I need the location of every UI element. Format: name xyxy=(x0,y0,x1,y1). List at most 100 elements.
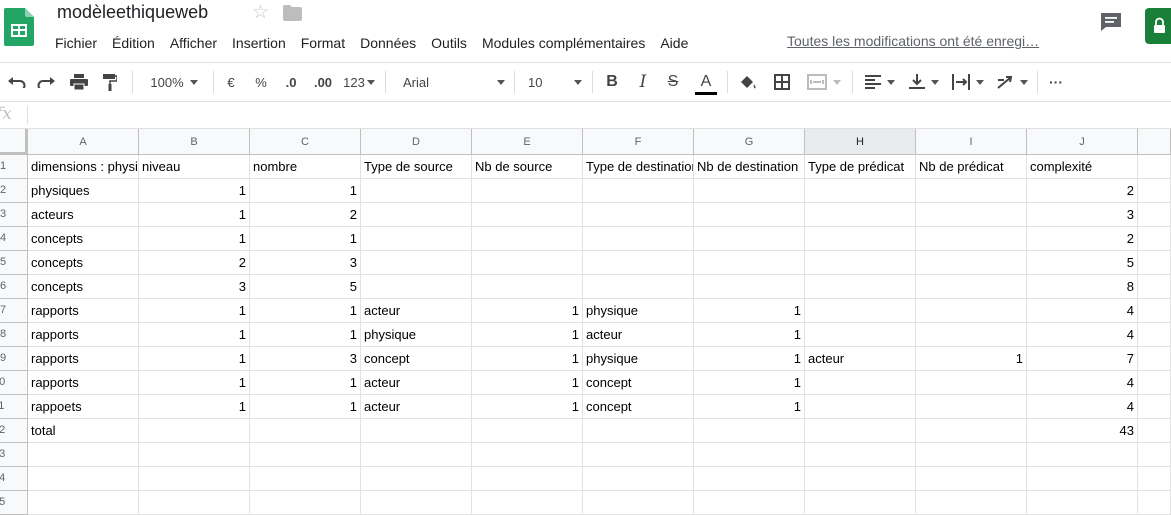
font-size-select[interactable]: 10 xyxy=(520,63,582,101)
table-cell[interactable] xyxy=(916,179,1027,203)
table-cell[interactable]: complexité xyxy=(1027,155,1138,179)
table-cell[interactable] xyxy=(1138,251,1171,275)
table-cell[interactable]: 1 xyxy=(472,395,583,419)
table-cell[interactable] xyxy=(1138,467,1171,491)
table-cell[interactable]: 4 xyxy=(1027,299,1138,323)
table-cell[interactable]: 1 xyxy=(139,203,250,227)
folder-icon[interactable] xyxy=(283,5,302,21)
table-cell[interactable]: 1 xyxy=(250,179,361,203)
table-cell[interactable] xyxy=(916,395,1027,419)
menu-outils[interactable]: Outils xyxy=(424,33,475,53)
row-header[interactable]: 2 xyxy=(0,179,28,203)
table-cell[interactable] xyxy=(694,227,805,251)
table-cell[interactable]: rapports xyxy=(28,323,139,347)
table-cell[interactable]: 1 xyxy=(250,299,361,323)
table-cell[interactable]: Nb de source xyxy=(472,155,583,179)
table-cell[interactable]: 3 xyxy=(250,347,361,371)
font-family-select[interactable]: Arial xyxy=(395,63,505,101)
table-cell[interactable] xyxy=(1027,467,1138,491)
table-cell[interactable]: acteur xyxy=(583,323,694,347)
strikethrough-button[interactable]: S xyxy=(662,63,684,101)
table-cell[interactable] xyxy=(805,275,916,299)
table-cell[interactable]: 3 xyxy=(139,275,250,299)
table-cell[interactable]: 43 xyxy=(1027,419,1138,443)
column-header-a[interactable]: A xyxy=(28,129,139,155)
table-cell[interactable] xyxy=(250,419,361,443)
row-header[interactable]: 1 xyxy=(0,155,28,179)
table-cell[interactable] xyxy=(694,203,805,227)
percent-button[interactable]: % xyxy=(250,63,272,101)
table-cell[interactable] xyxy=(139,419,250,443)
table-cell[interactable] xyxy=(805,371,916,395)
table-cell[interactable]: 1 xyxy=(139,371,250,395)
table-cell[interactable] xyxy=(1027,443,1138,467)
row-header[interactable]: 14 xyxy=(0,467,28,491)
table-cell[interactable]: 1 xyxy=(694,395,805,419)
table-cell[interactable]: 1 xyxy=(139,347,250,371)
table-cell[interactable]: rappoets xyxy=(28,395,139,419)
comment-icon[interactable] xyxy=(1100,12,1122,32)
table-cell[interactable]: 1 xyxy=(139,395,250,419)
table-cell[interactable] xyxy=(805,491,916,515)
decrease-decimal-button[interactable]: .0 xyxy=(280,63,302,101)
table-cell[interactable]: Type de destination xyxy=(583,155,694,179)
menu-aide[interactable]: Aide xyxy=(653,33,696,53)
table-cell[interactable] xyxy=(361,419,472,443)
table-cell[interactable] xyxy=(916,371,1027,395)
table-cell[interactable] xyxy=(361,203,472,227)
table-cell[interactable]: 7 xyxy=(1027,347,1138,371)
row-header[interactable]: 4 xyxy=(0,227,28,251)
table-cell[interactable]: 1 xyxy=(139,323,250,347)
sheets-logo-icon[interactable] xyxy=(4,8,34,46)
menu-edition[interactable]: Édition xyxy=(105,33,163,53)
table-cell[interactable]: acteur xyxy=(361,371,472,395)
table-cell[interactable] xyxy=(583,467,694,491)
table-cell[interactable]: 1 xyxy=(250,323,361,347)
undo-icon[interactable] xyxy=(4,63,30,101)
table-cell[interactable] xyxy=(472,491,583,515)
column-header-overflow[interactable] xyxy=(1138,129,1171,155)
document-title[interactable]: modèleethiqueweb xyxy=(57,2,208,23)
table-cell[interactable] xyxy=(916,491,1027,515)
table-cell[interactable]: 2 xyxy=(250,203,361,227)
table-cell[interactable]: 4 xyxy=(1027,395,1138,419)
table-cell[interactable] xyxy=(694,419,805,443)
row-header[interactable]: 7 xyxy=(0,299,28,323)
table-cell[interactable]: concept xyxy=(361,347,472,371)
table-cell[interactable]: 1 xyxy=(250,395,361,419)
row-header[interactable]: 13 xyxy=(0,443,28,467)
table-cell[interactable] xyxy=(472,179,583,203)
table-cell[interactable]: Nb de destination xyxy=(694,155,805,179)
table-cell[interactable]: 1 xyxy=(694,347,805,371)
table-cell[interactable]: 1 xyxy=(250,371,361,395)
table-cell[interactable]: rapports xyxy=(28,371,139,395)
table-cell[interactable]: physique xyxy=(583,347,694,371)
table-cell[interactable]: 2 xyxy=(1027,179,1138,203)
row-header[interactable]: 5 xyxy=(0,251,28,275)
column-header-e[interactable]: E xyxy=(472,129,583,155)
table-cell[interactable]: 5 xyxy=(250,275,361,299)
table-cell[interactable]: acteur xyxy=(805,347,916,371)
table-cell[interactable] xyxy=(1027,491,1138,515)
table-cell[interactable] xyxy=(916,251,1027,275)
table-cell[interactable] xyxy=(472,275,583,299)
table-cell[interactable]: 5 xyxy=(1027,251,1138,275)
column-header-h[interactable]: H xyxy=(805,129,916,155)
table-cell[interactable] xyxy=(805,227,916,251)
table-cell[interactable] xyxy=(1138,347,1171,371)
table-cell[interactable]: niveau xyxy=(139,155,250,179)
table-cell[interactable] xyxy=(583,203,694,227)
table-cell[interactable] xyxy=(28,491,139,515)
table-cell[interactable]: concepts xyxy=(28,251,139,275)
column-header-b[interactable]: B xyxy=(139,129,250,155)
table-cell[interactable] xyxy=(583,179,694,203)
table-cell[interactable] xyxy=(361,467,472,491)
more-formats-select[interactable]: 123 xyxy=(341,63,377,101)
select-all-corner[interactable] xyxy=(0,129,28,155)
table-cell[interactable] xyxy=(805,443,916,467)
table-cell[interactable] xyxy=(805,251,916,275)
table-cell[interactable] xyxy=(250,467,361,491)
table-cell[interactable] xyxy=(583,419,694,443)
row-header[interactable]: 9 xyxy=(0,347,28,371)
menu-modules[interactable]: Modules complémentaires xyxy=(475,33,653,53)
